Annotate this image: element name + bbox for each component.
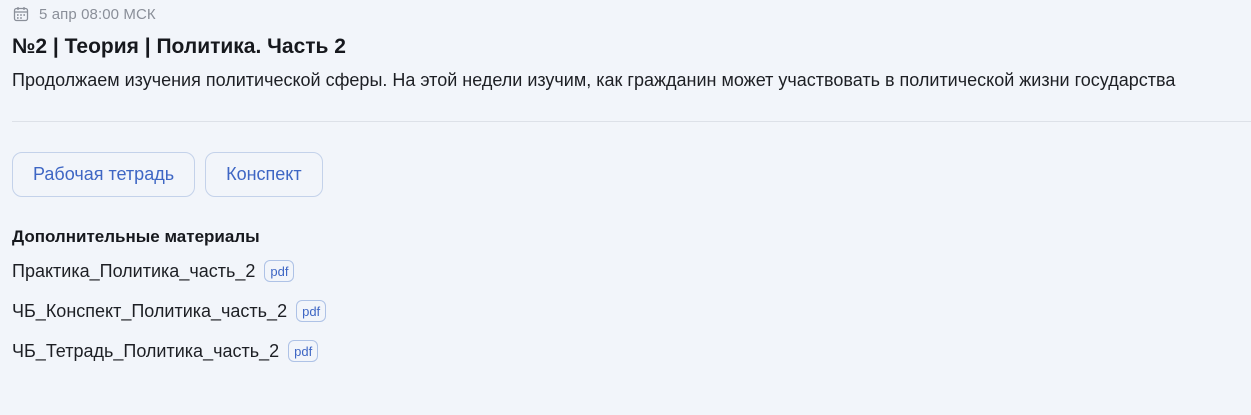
extra-materials-list: Практика_Политика_часть_2 pdf ЧБ_Конспек… xyxy=(12,258,1251,364)
extra-materials-heading: Дополнительные материалы xyxy=(12,227,260,246)
file-link[interactable]: Практика_Политика_часть_2 xyxy=(12,261,255,282)
materials-buttons: Рабочая тетрадь Конспект xyxy=(12,152,1251,197)
file-item[interactable]: ЧБ_Конспект_Политика_часть_2 pdf xyxy=(12,298,1251,324)
lesson-date-row: 5 апр 08:00 МСК xyxy=(12,1,1251,27)
file-item[interactable]: ЧБ_Тетрадь_Политика_часть_2 pdf xyxy=(12,338,1251,364)
file-link[interactable]: ЧБ_Конспект_Политика_часть_2 xyxy=(12,301,287,322)
lesson-title: №2 | Теория | Политика. Часть 2 xyxy=(12,35,346,58)
file-link[interactable]: ЧБ_Тетрадь_Политика_часть_2 xyxy=(12,341,279,362)
notes-button[interactable]: Конспект xyxy=(205,152,323,197)
workbook-button[interactable]: Рабочая тетрадь xyxy=(12,152,196,197)
pdf-badge: pdf xyxy=(288,340,319,362)
lesson-card: 5 апр 08:00 МСК №2 | Теория | Политика. … xyxy=(12,0,1251,378)
file-item[interactable]: Практика_Политика_часть_2 pdf xyxy=(12,258,1251,284)
pdf-badge: pdf xyxy=(296,300,327,322)
calendar-icon xyxy=(12,5,30,23)
lesson-description: Продолжаем изучения политической сферы. … xyxy=(12,70,1176,90)
divider xyxy=(12,121,1251,122)
pdf-badge: pdf xyxy=(264,260,295,282)
lesson-date: 5 апр 08:00 МСК xyxy=(39,5,156,23)
